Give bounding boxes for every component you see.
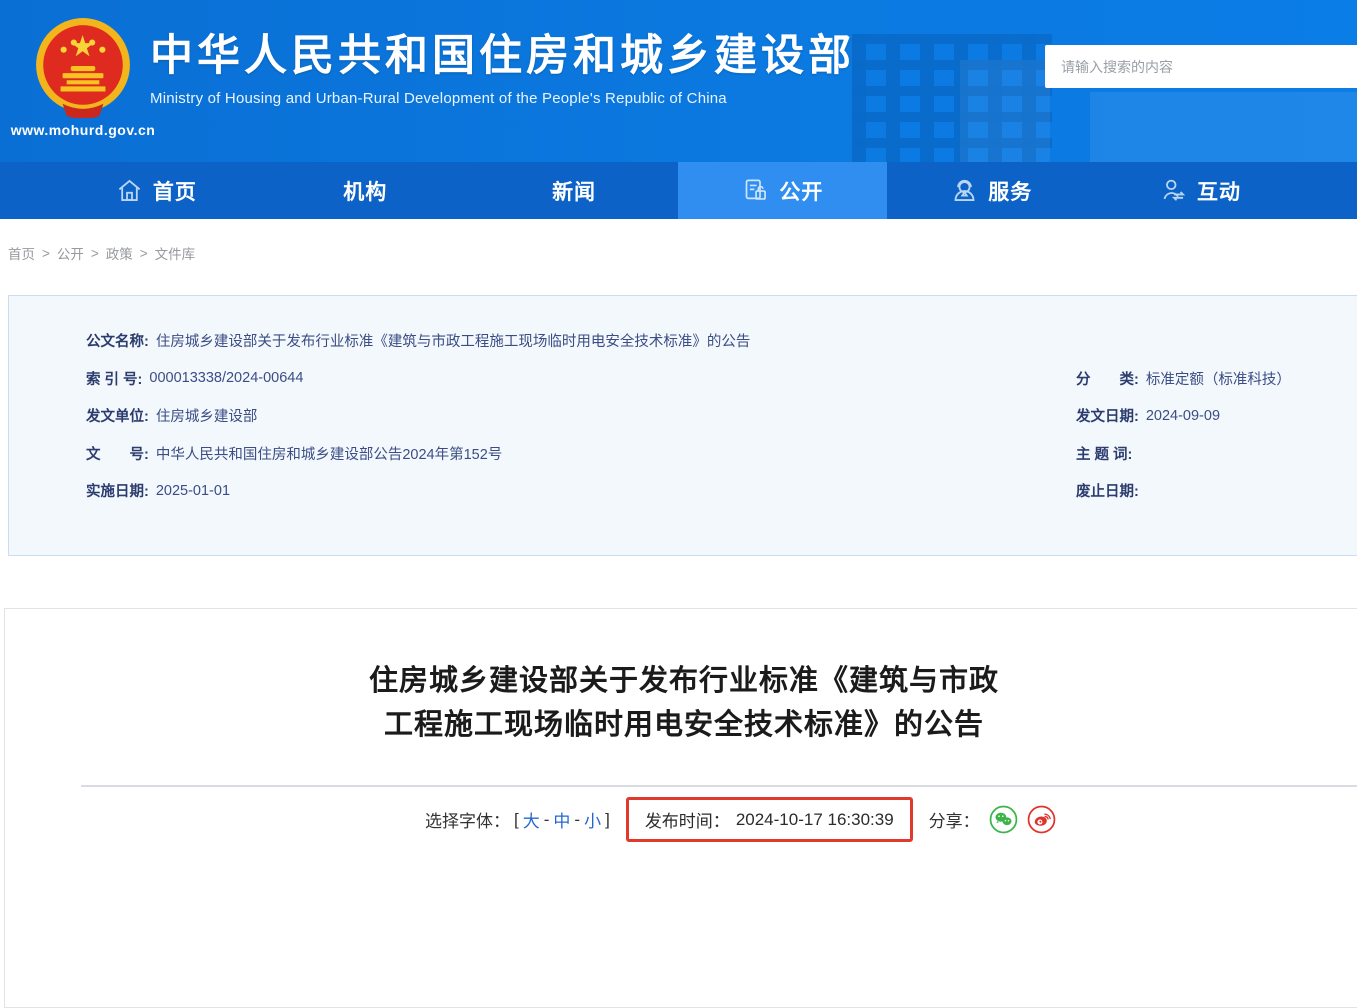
- nav-item-home[interactable]: 首页: [52, 162, 261, 219]
- wechat-icon[interactable]: [989, 805, 1018, 834]
- nav-item-label: 公开: [779, 176, 823, 206]
- share-controls: 分享：: [929, 805, 1056, 834]
- building-backdrop: [960, 60, 1050, 162]
- home-icon: [116, 177, 143, 204]
- article-title-line1: 住房城乡建设部关于发布行业标准《建筑与市政: [5, 659, 1357, 703]
- doc-info-row: 文 号: 中华人民共和国住房和城乡建设部公告2024年第152号 主 题 词:: [86, 435, 1357, 473]
- open-document-icon: [742, 177, 769, 204]
- national-emblem-logo: [32, 16, 134, 118]
- nav-item-label: 互动: [1197, 176, 1241, 206]
- category-label: 分 类:: [1076, 368, 1139, 389]
- nav-item-label: 新闻: [552, 176, 596, 206]
- doc-info-row: 发文单位: 住房城乡建设部 发文日期: 2024-09-09: [86, 397, 1357, 435]
- subject-words-label: 主 题 词:: [1076, 443, 1132, 464]
- search-input[interactable]: [1045, 45, 1357, 88]
- bracket-open: [: [514, 810, 519, 830]
- category-value: 标准定额（标准科技）: [1146, 368, 1291, 389]
- doc-name-label: 公文名称:: [86, 330, 149, 351]
- nav-item-label: 机构: [343, 176, 387, 206]
- breadcrumb-open-gov[interactable]: 公开: [57, 243, 84, 263]
- doc-info-row: 公文名称: 住房城乡建设部关于发布行业标准《建筑与市政工程施工现场临时用电安全技…: [86, 322, 1357, 360]
- doc-name-value: 住房城乡建设部关于发布行业标准《建筑与市政工程施工现场临时用电安全技术标准》的公…: [156, 330, 751, 351]
- font-size-selector: 选择字体： [ 大 - 中 - 小 ]: [425, 807, 610, 832]
- article-toolbar: 选择字体： [ 大 - 中 - 小 ] 发布时间： 2024-10-17 16:…: [425, 797, 1056, 842]
- breadcrumb-home[interactable]: 首页: [8, 243, 35, 263]
- article-title: 住房城乡建设部关于发布行业标准《建筑与市政 工程施工现场临时用电安全技术标准》的…: [5, 659, 1357, 747]
- font-size-separator: -: [544, 810, 550, 830]
- font-size-small-link[interactable]: 小: [584, 807, 601, 832]
- site-url: www.mohurd.gov.cn: [2, 122, 164, 138]
- main-nav: 首页 机构 新闻 公开 服务 互动: [0, 162, 1357, 219]
- font-size-large-link[interactable]: 大: [523, 807, 540, 832]
- index-number-label: 索 引 号:: [86, 368, 142, 389]
- font-size-medium-link[interactable]: 中: [553, 807, 570, 832]
- site-subtitle-en: Ministry of Housing and Urban-Rural Deve…: [150, 90, 855, 107]
- font-size-label: 选择字体：: [425, 807, 510, 832]
- nav-item-interaction[interactable]: 互动: [1096, 162, 1305, 219]
- document-metadata-panel: 公文名称: 住房城乡建设部关于发布行业标准《建筑与市政工程施工现场临时用电安全技…: [8, 295, 1357, 556]
- breadcrumb-separator: >: [42, 246, 50, 261]
- building-backdrop: [1090, 92, 1357, 162]
- article-panel: 住房城乡建设部关于发布行业标准《建筑与市政 工程施工现场临时用电安全技术标准》的…: [4, 608, 1357, 1008]
- doc-info-row: 索 引 号: 000013338/2024-00644 分 类: 标准定额（标准…: [86, 360, 1357, 398]
- breadcrumb: 首页 > 公开 > 政策 > 文件库: [8, 243, 195, 263]
- publish-time-value: 2024-10-17 16:30:39: [736, 810, 894, 830]
- interaction-person-icon: [1160, 177, 1187, 204]
- nav-item-services[interactable]: 服务: [887, 162, 1096, 219]
- weibo-icon[interactable]: [1027, 805, 1056, 834]
- publish-time-annotation-box: 发布时间： 2024-10-17 16:30:39: [626, 797, 913, 842]
- issuing-unit-value: 住房城乡建设部: [156, 405, 258, 426]
- title-divider: [81, 785, 1357, 787]
- repeal-date-label: 废止日期:: [1076, 480, 1139, 501]
- issuing-unit-label: 发文单位:: [86, 405, 149, 426]
- nav-item-orgs[interactable]: 机构: [261, 162, 470, 219]
- issue-date-label: 发文日期:: [1076, 405, 1139, 426]
- publish-time-label: 发布时间：: [645, 807, 730, 832]
- doc-number-value: 中华人民共和国住房和城乡建设部公告2024年第152号: [156, 443, 502, 464]
- bracket-close: ]: [605, 810, 610, 830]
- font-size-separator: -: [574, 810, 580, 830]
- nav-item-news[interactable]: 新闻: [470, 162, 679, 219]
- article-title-line2: 工程施工现场临时用电安全技术标准》的公告: [5, 703, 1357, 747]
- share-label: 分享：: [929, 807, 980, 832]
- issue-date-value: 2024-09-09: [1146, 408, 1220, 424]
- doc-info-row: 实施日期: 2025-01-01 废止日期:: [86, 472, 1357, 510]
- breadcrumb-separator: >: [91, 246, 99, 261]
- breadcrumb-separator: >: [140, 246, 148, 261]
- doc-number-label: 文 号:: [86, 443, 149, 464]
- site-header: www.mohurd.gov.cn 中华人民共和国住房和城乡建设部 Minist…: [0, 0, 1357, 162]
- service-person-icon: [951, 177, 978, 204]
- breadcrumb-document-library[interactable]: 文件库: [155, 243, 196, 263]
- index-number-value: 000013338/2024-00644: [149, 370, 303, 386]
- effective-date-label: 实施日期:: [86, 480, 149, 501]
- breadcrumb-policy[interactable]: 政策: [106, 243, 133, 263]
- nav-item-label: 首页: [153, 176, 197, 206]
- nav-item-label: 服务: [988, 176, 1032, 206]
- nav-item-open-gov[interactable]: 公开: [678, 162, 887, 219]
- effective-date-value: 2025-01-01: [156, 483, 230, 499]
- site-title: 中华人民共和国住房和城乡建设部: [150, 32, 855, 81]
